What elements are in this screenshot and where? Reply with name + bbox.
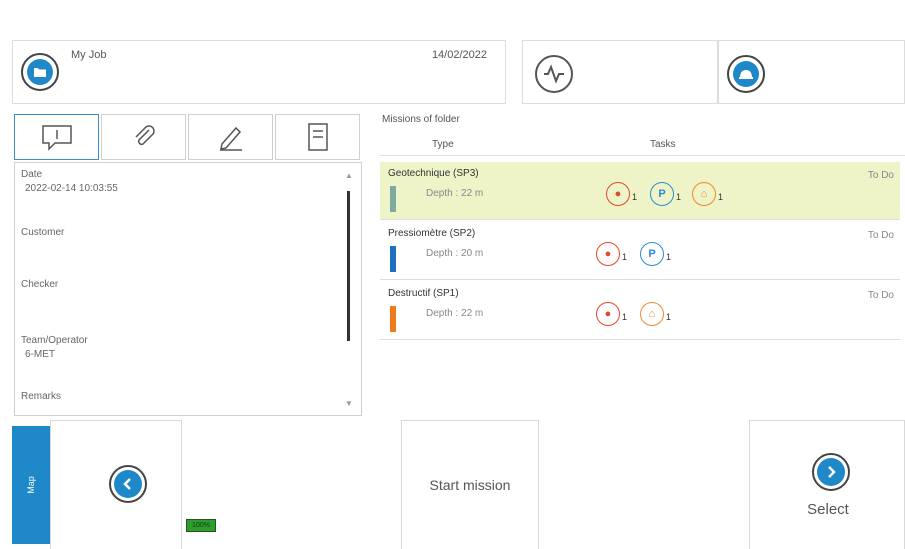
column-tasks: Tasks	[650, 139, 676, 150]
missions-title: Missions of folder	[382, 114, 460, 125]
back-button[interactable]	[109, 465, 147, 503]
helmet-task-icon[interactable]: ⌂	[692, 182, 716, 206]
signal-panel[interactable]	[522, 40, 718, 104]
mission-depth: Depth : 20 m	[426, 248, 484, 259]
job-panel[interactable]: My Job 14/02/2022	[12, 40, 506, 104]
job-details-panel[interactable]: Date 2022-02-14 10:03:55 Customer Checke…	[14, 162, 362, 416]
task-count: 1	[632, 192, 638, 202]
report-icon	[307, 123, 328, 151]
checker-label: Checker	[21, 279, 59, 290]
folder-button[interactable]	[21, 53, 59, 91]
mission-color-bar	[390, 306, 396, 332]
task-count: 1	[622, 252, 628, 262]
select-panel[interactable]: Select	[749, 420, 905, 549]
top-strip	[0, 0, 905, 40]
task-count: 1	[666, 312, 672, 322]
drill-task-icon[interactable]: ●	[606, 182, 630, 206]
team-value: 6-MET	[25, 349, 55, 360]
remarks-label: Remarks	[21, 391, 62, 402]
drill-task-icon[interactable]: ●	[596, 302, 620, 326]
select-button[interactable]	[812, 453, 850, 491]
select-label: Select	[807, 501, 849, 518]
mission-depth: Depth : 22 m	[426, 308, 484, 319]
helmet-icon	[733, 61, 759, 87]
pen-icon	[219, 126, 242, 151]
job-date: 14/02/2022	[431, 49, 487, 61]
map-tab-label: Map	[25, 476, 36, 494]
customer-label: Customer	[21, 227, 65, 238]
mission-status: To Do	[867, 230, 894, 241]
operator-panel[interactable]	[718, 40, 905, 104]
scroll-down-arrow[interactable]: ▼	[345, 399, 353, 408]
folder-icon	[27, 59, 53, 85]
details-scrollbar[interactable]	[347, 191, 350, 341]
chevron-right-icon	[817, 458, 845, 486]
column-type: Type	[432, 139, 454, 150]
mission-color-bar	[390, 246, 396, 272]
paperclip-icon	[134, 125, 155, 146]
pressure-task-icon[interactable]: P	[640, 242, 664, 266]
mission-depth: Depth : 22 m	[426, 188, 484, 199]
chevron-left-icon	[114, 470, 142, 498]
helmet-button[interactable]	[727, 55, 765, 93]
task-count: 1	[718, 192, 724, 202]
scroll-up-arrow[interactable]: ▲	[345, 171, 353, 180]
mission-name: Destructif (SP1)	[388, 288, 459, 299]
pressure-task-icon[interactable]: P	[650, 182, 674, 206]
map-side-tab[interactable]: Map	[12, 426, 50, 544]
missions-header: Type Tasks	[380, 134, 905, 156]
back-panel[interactable]	[50, 420, 182, 549]
battery-indicator: 100%	[186, 519, 216, 532]
task-count: 1	[622, 312, 628, 322]
comment-icon	[41, 125, 72, 151]
tab-comments[interactable]	[14, 114, 99, 160]
mission-name: Geotechnique (SP3)	[388, 168, 479, 179]
tab-report[interactable]	[275, 114, 360, 160]
mission-status: To Do	[867, 170, 894, 181]
waveform-icon[interactable]	[535, 55, 573, 93]
tab-edit[interactable]	[188, 114, 273, 160]
team-label: Team/Operator	[21, 335, 88, 346]
mission-row[interactable]: Pressiomètre (SP2) Depth : 20 m ● 1 P 1 …	[380, 222, 900, 280]
mission-status: To Do	[867, 290, 894, 301]
start-mission-label: Start mission	[429, 477, 511, 493]
helmet-task-icon[interactable]: ⌂	[640, 302, 664, 326]
drill-task-icon[interactable]: ●	[596, 242, 620, 266]
mission-row[interactable]: Geotechnique (SP3) Depth : 22 m ● 1 P 1 …	[380, 162, 900, 220]
mission-color-bar	[390, 186, 396, 212]
date-label: Date	[21, 169, 43, 180]
start-mission-button[interactable]: Start mission	[401, 420, 539, 549]
job-title: My Job	[71, 49, 107, 61]
date-value: 2022-02-14 10:03:55	[25, 183, 118, 194]
task-count: 1	[676, 192, 682, 202]
task-count: 1	[666, 252, 672, 262]
mission-name: Pressiomètre (SP2)	[388, 228, 476, 239]
tab-attachments[interactable]	[101, 114, 186, 160]
mission-row[interactable]: Destructif (SP1) Depth : 22 m ● 1 ⌂ 1 To…	[380, 282, 900, 340]
